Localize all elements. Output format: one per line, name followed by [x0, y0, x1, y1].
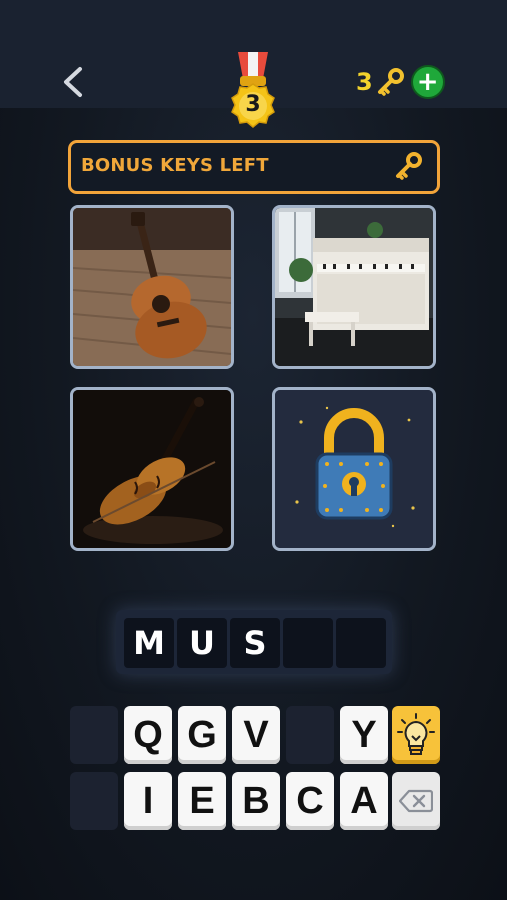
letter-key[interactable]: G [178, 706, 226, 764]
violin-image [73, 390, 231, 548]
picture-tile-piano[interactable] [272, 205, 436, 369]
bonus-keys-label: BONUS KEYS LEFT [81, 155, 269, 176]
answer-slot[interactable]: U [177, 618, 227, 668]
lightbulb-icon [397, 713, 435, 755]
chevron-left-icon [64, 67, 82, 97]
level-number: 3 [245, 92, 261, 117]
picture-tile-violin[interactable] [70, 387, 234, 551]
back-button[interactable] [58, 66, 88, 98]
piano-image [275, 208, 433, 366]
answer-slot[interactable] [283, 618, 333, 668]
delete-button[interactable] [392, 772, 440, 830]
answer-slot[interactable]: S [230, 618, 280, 668]
letter-key[interactable]: E [178, 772, 226, 830]
level-medal: 3 [224, 48, 282, 134]
picture-tile-guitar[interactable] [70, 205, 234, 369]
padlock-icon [275, 390, 433, 548]
letter-key-used [70, 706, 118, 764]
letter-key-used [286, 706, 334, 764]
guitar-image [73, 208, 231, 366]
keys-count: 3 [356, 68, 373, 96]
key-icon [396, 152, 422, 180]
letter-key[interactable]: C [286, 772, 334, 830]
letter-key[interactable]: A [340, 772, 388, 830]
bonus-keys-banner: BONUS KEYS LEFT [68, 140, 440, 194]
medal-icon [231, 52, 275, 128]
plus-icon: + [416, 67, 439, 97]
add-keys-button[interactable]: + [410, 65, 445, 99]
answer-slot[interactable] [336, 618, 386, 668]
hint-button[interactable] [392, 706, 440, 764]
letter-key[interactable]: B [232, 772, 280, 830]
letter-key[interactable]: Y [340, 706, 388, 764]
answer-box: M U S [116, 610, 392, 674]
key-icon [377, 68, 404, 96]
key-counter: 3 + [356, 65, 445, 99]
letter-key[interactable]: V [232, 706, 280, 764]
letter-key[interactable]: Q [124, 706, 172, 764]
backspace-icon [399, 789, 433, 813]
picture-tile-locked[interactable] [272, 387, 436, 551]
letter-key-used [70, 772, 118, 830]
letter-key[interactable]: I [124, 772, 172, 830]
answer-slot[interactable]: M [124, 618, 174, 668]
